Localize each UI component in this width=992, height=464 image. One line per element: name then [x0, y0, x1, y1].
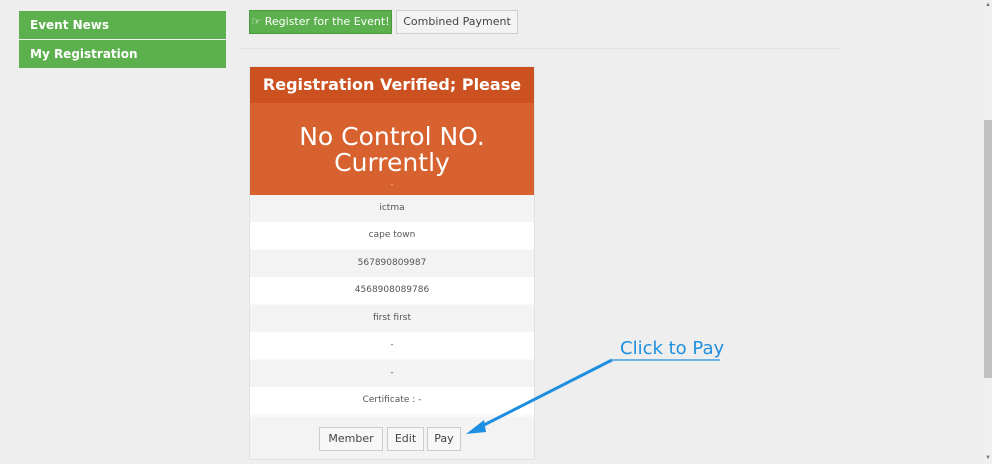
- scrollbar-thumb[interactable]: [984, 120, 992, 378]
- annotation-arrow: [466, 358, 720, 434]
- scroll-down-icon[interactable]: ▼: [985, 455, 991, 461]
- scroll-up-icon[interactable]: ▲: [985, 2, 991, 8]
- click-to-pay-annotation: Click to Pay: [620, 338, 725, 359]
